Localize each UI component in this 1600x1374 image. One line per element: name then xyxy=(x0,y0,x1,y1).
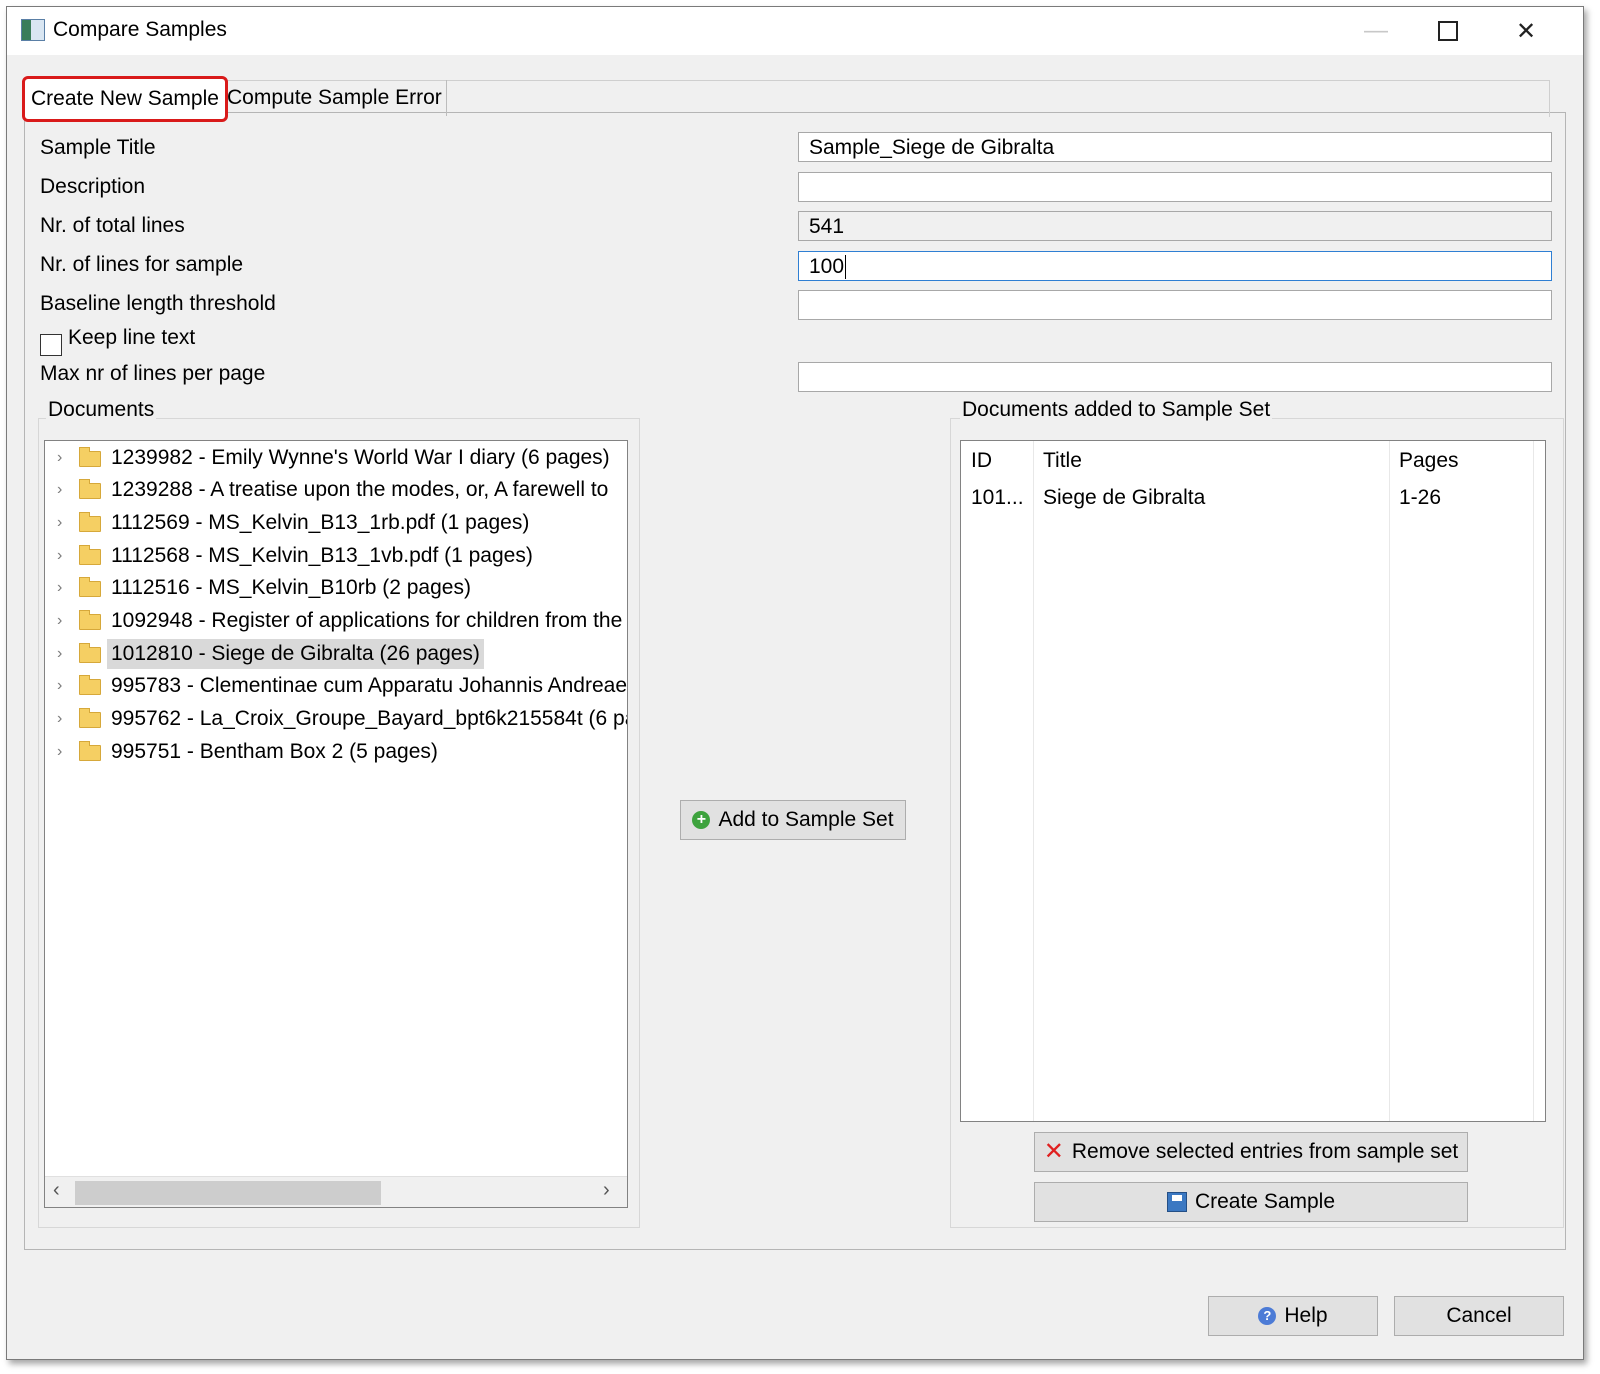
tree-item-label: 995762 - La_Croix_Groupe_Bayard_bpt6k215… xyxy=(111,707,628,730)
folder-icon xyxy=(79,675,101,695)
tree-item[interactable]: › 1112569 - MS_Kelvin_B13_1rb.pdf (1 page… xyxy=(45,508,627,538)
max-lines-per-page-input[interactable] xyxy=(798,362,1552,392)
create-sample-button[interactable]: Create Sample xyxy=(1034,1182,1468,1222)
horizontal-scrollbar[interactable]: ‹ › xyxy=(45,1176,627,1207)
title-bar: Compare Samples — ✕ xyxy=(7,7,1583,55)
tree-item-label: 1112516 - MS_Kelvin_B10rb (2 pages) xyxy=(111,576,471,599)
lines-for-sample-input[interactable]: 100 xyxy=(798,251,1552,281)
column-header-title[interactable]: Title xyxy=(1033,441,1389,481)
documents-tree[interactable]: › 1239982 - Emily Wynne's World War I dia… xyxy=(44,440,628,1208)
tab-compute-sample-error[interactable]: Compute Sample Error xyxy=(223,80,447,116)
folder-icon xyxy=(79,512,101,532)
help-icon: ? xyxy=(1258,1307,1277,1325)
tree-item-label: 1239982 - Emily Wynne's World War I diar… xyxy=(111,446,610,469)
baseline-threshold-input[interactable] xyxy=(798,290,1552,320)
remove-selected-button[interactable]: ✕ Remove selected entries from sample se… xyxy=(1034,1132,1468,1172)
cancel-label: Cancel xyxy=(1446,1304,1512,1327)
folder-icon xyxy=(79,708,101,728)
tree-item-label: 1112568 - MS_Kelvin_B13_1vb.pdf (1 pages… xyxy=(111,544,533,567)
tab-create-new-sample[interactable]: Create New Sample xyxy=(22,76,228,122)
add-to-sample-set-label: Add to Sample Set xyxy=(718,808,894,831)
help-label: Help xyxy=(1284,1304,1328,1327)
tree-item-label: 1092948 - Register of applications for c… xyxy=(111,609,623,632)
remove-selected-label: Remove selected entries from sample set xyxy=(1071,1140,1459,1163)
save-icon xyxy=(1166,1192,1187,1212)
column-separator xyxy=(1389,441,1390,1121)
baseline-threshold-label: Baseline length threshold xyxy=(40,292,276,315)
expand-arrow-icon[interactable]: › xyxy=(57,671,62,701)
folder-icon xyxy=(79,741,101,761)
tree-item[interactable]: › 1239982 - Emily Wynne's World War I dia… xyxy=(45,443,627,473)
folder-icon xyxy=(79,545,101,565)
max-lines-per-page-label: Max nr of lines per page xyxy=(40,362,266,385)
folder-icon xyxy=(79,610,101,630)
table-cell-id[interactable]: 101... xyxy=(961,481,1033,515)
keep-line-text-checkbox[interactable] xyxy=(40,334,62,356)
app-icon xyxy=(21,19,45,41)
folder-icon xyxy=(79,479,101,499)
close-icon: ✕ xyxy=(1515,17,1537,45)
column-header-pages[interactable]: Pages xyxy=(1389,441,1533,481)
tree-item[interactable]: › 995783 - Clementinae cum Apparatu Johan… xyxy=(45,671,627,701)
maximize-icon xyxy=(1438,21,1458,41)
table-cell-title[interactable]: Siege de Gibralta xyxy=(1033,481,1389,515)
tree-item-label: 995783 - Clementinae cum Apparatu Johann… xyxy=(111,674,628,697)
expand-arrow-icon[interactable]: › xyxy=(57,639,62,669)
create-sample-label: Create Sample xyxy=(1194,1190,1336,1213)
tree-item-label: 995751 - Bentham Box 2 (5 pages) xyxy=(111,740,438,763)
expand-arrow-icon[interactable]: › xyxy=(57,704,62,734)
scrollbar-thumb[interactable] xyxy=(75,1181,381,1205)
tree-item-selected[interactable]: › 1012810 - Siege de Gibralta (26 pages) xyxy=(45,639,627,669)
documents-group-title: Documents xyxy=(46,398,157,422)
scroll-right-icon[interactable]: › xyxy=(603,1179,610,1202)
help-button[interactable]: ? Help xyxy=(1208,1296,1378,1336)
total-lines-label: Nr. of total lines xyxy=(40,214,185,237)
remove-icon: ✕ xyxy=(1043,1138,1064,1165)
expand-arrow-icon[interactable]: › xyxy=(57,737,62,767)
sample-set-group-title: Documents added to Sample Set xyxy=(960,398,1273,422)
column-header-id[interactable]: ID xyxy=(961,441,1033,481)
expand-arrow-icon[interactable]: › xyxy=(57,508,62,538)
cancel-button[interactable]: Cancel xyxy=(1394,1296,1564,1336)
minimize-button[interactable]: — xyxy=(1359,15,1393,47)
expand-arrow-icon[interactable]: › xyxy=(57,573,62,603)
expand-arrow-icon[interactable]: › xyxy=(57,541,62,571)
sample-title-label: Sample Title xyxy=(40,136,156,159)
column-separator xyxy=(1033,441,1034,1121)
total-lines-input[interactable]: 541 xyxy=(798,211,1552,241)
tree-item[interactable]: › 1112516 - MS_Kelvin_B10rb (2 pages) xyxy=(45,573,627,603)
close-button[interactable]: ✕ xyxy=(1509,15,1543,47)
window-title: Compare Samples xyxy=(53,18,227,41)
expand-arrow-icon[interactable]: › xyxy=(57,475,62,505)
tree-item[interactable]: › 1239288 - A treatise upon the modes, or… xyxy=(45,475,627,505)
tree-item[interactable]: › 995751 - Bentham Box 2 (5 pages) xyxy=(45,737,627,767)
text-caret xyxy=(845,255,847,280)
description-input[interactable] xyxy=(798,172,1552,202)
tree-item[interactable]: › 1112568 - MS_Kelvin_B13_1vb.pdf (1 page… xyxy=(45,541,627,571)
column-separator xyxy=(1533,441,1534,1121)
add-to-sample-set-button[interactable]: + Add to Sample Set xyxy=(680,800,906,840)
lines-for-sample-value: 100 xyxy=(809,255,845,278)
add-icon: + xyxy=(692,811,711,829)
expand-arrow-icon[interactable]: › xyxy=(57,606,62,636)
table-cell-pages[interactable]: 1-26 xyxy=(1389,481,1533,515)
tree-item[interactable]: › 1092948 - Register of applications for … xyxy=(45,606,627,636)
keep-line-text-label[interactable]: Keep line text xyxy=(68,326,195,350)
folder-icon xyxy=(79,643,101,663)
maximize-button[interactable] xyxy=(1431,15,1465,47)
tree-item[interactable]: › 995762 - La_Croix_Groupe_Bayard_bpt6k21… xyxy=(45,704,627,734)
scroll-left-icon[interactable]: ‹ xyxy=(53,1179,60,1202)
expand-arrow-icon[interactable]: › xyxy=(57,443,62,473)
sample-title-input[interactable]: Sample_Siege de Gibralta xyxy=(798,132,1552,162)
tree-item-label: 1012810 - Siege de Gibralta (26 pages) xyxy=(107,639,484,669)
sample-set-table[interactable]: ID Title Pages 101... Siege de Gibralta … xyxy=(960,440,1546,1122)
folder-icon xyxy=(79,447,101,467)
description-label: Description xyxy=(40,175,146,198)
tree-item-label: 1239288 - A treatise upon the modes, or,… xyxy=(111,478,609,501)
folder-icon xyxy=(79,577,101,597)
tree-item-label: 1112569 - MS_Kelvin_B13_1rb.pdf (1 pages… xyxy=(111,511,530,534)
lines-for-sample-label: Nr. of lines for sample xyxy=(40,253,244,276)
